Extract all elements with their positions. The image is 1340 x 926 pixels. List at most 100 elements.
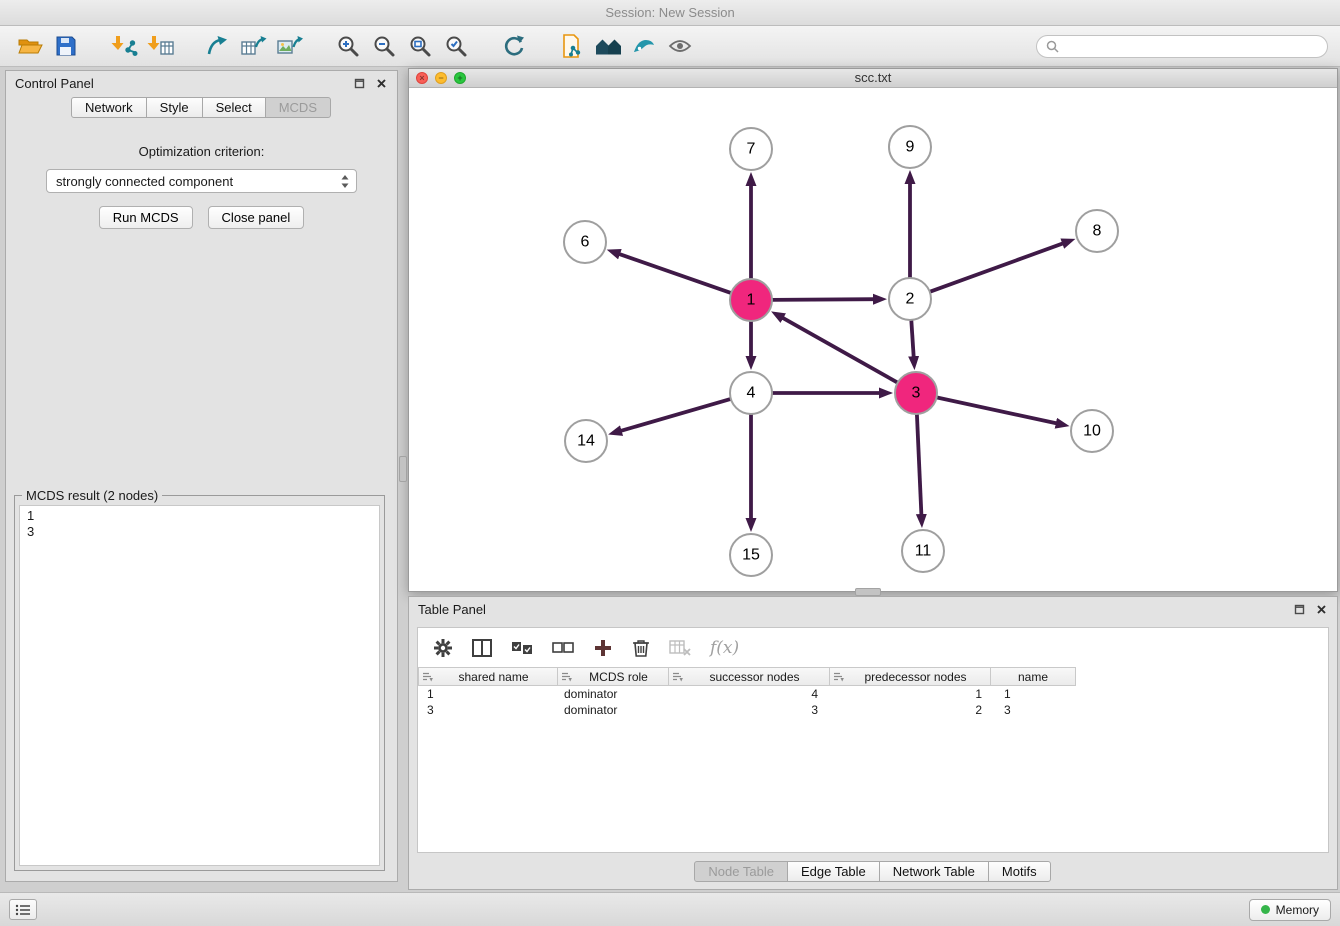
close-panel-action-button[interactable]: Close panel [208, 206, 305, 229]
graph-edge-1-6[interactable] [619, 254, 731, 293]
graph-edge-1-2[interactable] [772, 299, 874, 300]
graph-edge-3-10[interactable] [937, 397, 1057, 423]
status-bar: Memory [0, 892, 1340, 926]
export-table-icon [241, 35, 267, 57]
graph-node-3[interactable]: 3 [895, 372, 937, 414]
window-titlebar: Session: New Session [0, 0, 1340, 26]
graph-node-11[interactable]: 11 [902, 530, 944, 572]
open-session-button[interactable] [12, 29, 48, 63]
graph-edge-3-11[interactable] [917, 414, 922, 515]
graph-node-6[interactable]: 6 [564, 221, 606, 263]
float-panel-button[interactable] [352, 76, 366, 90]
tab-style[interactable]: Style [146, 97, 203, 118]
mcds-result-box: MCDS result (2 nodes) 13 [14, 495, 385, 871]
export-network-icon [206, 35, 230, 57]
graph-node-label: 10 [1083, 423, 1101, 440]
graph-edge-3-1[interactable] [782, 318, 897, 383]
graph-node-7[interactable]: 7 [730, 128, 772, 170]
save-session-button[interactable] [48, 29, 84, 63]
zoom-out-button[interactable] [366, 29, 402, 63]
import-table-button[interactable] [142, 29, 178, 63]
column-header-mcds-role[interactable]: MCDS role [557, 667, 669, 686]
graph-edge-2-3[interactable] [911, 320, 913, 357]
home-button[interactable] [590, 29, 626, 63]
graph-node-label: 1 [747, 292, 756, 309]
show-columns-button[interactable] [472, 639, 492, 657]
graph-node-14[interactable]: 14 [565, 420, 607, 462]
task-history-button[interactable] [9, 899, 37, 920]
graph-node-4[interactable]: 4 [730, 372, 772, 414]
table-cell: 1 [832, 686, 994, 702]
zoom-in-button[interactable] [330, 29, 366, 63]
graph-node-2[interactable]: 2 [889, 278, 931, 320]
graph-node-9[interactable]: 9 [889, 126, 931, 168]
mcds-result-list[interactable]: 13 [19, 505, 380, 866]
function-builder-button[interactable]: f(x) [710, 638, 739, 658]
table-panel-title: Table Panel [418, 602, 486, 617]
sort-icon [672, 672, 683, 682]
tab-mcds[interactable]: MCDS [265, 97, 331, 118]
graph-edge-2-8[interactable] [930, 243, 1063, 291]
float-icon [354, 78, 365, 89]
graph-node-10[interactable]: 10 [1071, 410, 1113, 452]
search-box[interactable] [1036, 35, 1328, 58]
tab-motifs[interactable]: Motifs [988, 861, 1051, 882]
delete-table-icon [669, 639, 691, 657]
zoom-in-icon [336, 34, 360, 58]
table-row[interactable]: 3dominator323 [418, 702, 1328, 718]
show-hide-button[interactable] [662, 29, 698, 63]
split-divider-grip-vertical[interactable] [399, 456, 407, 482]
column-header-name[interactable]: name [990, 667, 1076, 686]
run-mcds-button[interactable]: Run MCDS [99, 206, 193, 229]
split-divider-grip-horizontal[interactable] [855, 588, 881, 596]
tab-network[interactable]: Network [71, 97, 147, 118]
export-network-button[interactable] [200, 29, 236, 63]
network-canvas[interactable]: 7 9 6 8 1 2 4 3 14 10 15 11 [409, 89, 1337, 592]
graph-node-15[interactable]: 15 [730, 534, 772, 576]
add-column-button[interactable] [593, 638, 613, 658]
zoom-fit-button[interactable] [402, 29, 438, 63]
search-input[interactable] [1065, 39, 1318, 54]
tab-node-table[interactable]: Node Table [694, 861, 788, 882]
mcds-result-item: 3 [27, 524, 372, 540]
deselect-all-button[interactable] [552, 640, 574, 656]
float-table-panel-button[interactable] [1292, 602, 1306, 616]
graph-node-1[interactable]: 1 [730, 279, 772, 321]
zoom-selected-button[interactable] [438, 29, 474, 63]
node-table-body: 1dominator4113dominator323 [418, 686, 1328, 718]
graph-node-8[interactable]: 8 [1076, 210, 1118, 252]
tab-edge-table[interactable]: Edge Table [787, 861, 880, 882]
column-header-shared-name[interactable]: shared name [418, 667, 558, 686]
refresh-view-button[interactable] [496, 29, 532, 63]
tab-select[interactable]: Select [202, 97, 266, 118]
table-cell: 3 [994, 702, 1080, 718]
open-network-file-button[interactable] [554, 29, 590, 63]
delete-table-button[interactable] [669, 639, 691, 657]
style-brush-icon [632, 36, 656, 56]
column-header-predecessor-nodes[interactable]: predecessor nodes [829, 667, 991, 686]
import-network-button[interactable] [106, 29, 142, 63]
table-row[interactable]: 1dominator411 [418, 686, 1328, 702]
task-list-icon [15, 904, 31, 916]
export-table-button[interactable] [236, 29, 272, 63]
window-close-button[interactable]: × [416, 72, 428, 84]
graph-edge-4-14[interactable] [621, 399, 731, 431]
criterion-dropdown[interactable]: strongly connected component [46, 169, 357, 193]
close-panel-button[interactable] [374, 76, 388, 90]
window-minimize-button[interactable]: − [435, 72, 447, 84]
table-settings-button[interactable] [433, 638, 453, 658]
style-preview-button[interactable] [626, 29, 662, 63]
trash-icon [632, 638, 650, 658]
memory-button[interactable]: Memory [1249, 899, 1331, 921]
delete-column-button[interactable] [632, 638, 650, 658]
graph-node-label: 2 [906, 291, 915, 308]
graph-node-label: 6 [581, 234, 590, 251]
zoom-out-icon [372, 34, 396, 58]
table-panel: Table Panel f(x) shared name MCDS role s… [408, 596, 1338, 890]
select-all-button[interactable] [511, 640, 533, 656]
tab-network-table[interactable]: Network Table [879, 861, 989, 882]
window-zoom-button[interactable]: + [454, 72, 466, 84]
column-header-successor-nodes[interactable]: successor nodes [668, 667, 830, 686]
close-table-panel-button[interactable] [1314, 602, 1328, 616]
export-image-button[interactable] [272, 29, 308, 63]
